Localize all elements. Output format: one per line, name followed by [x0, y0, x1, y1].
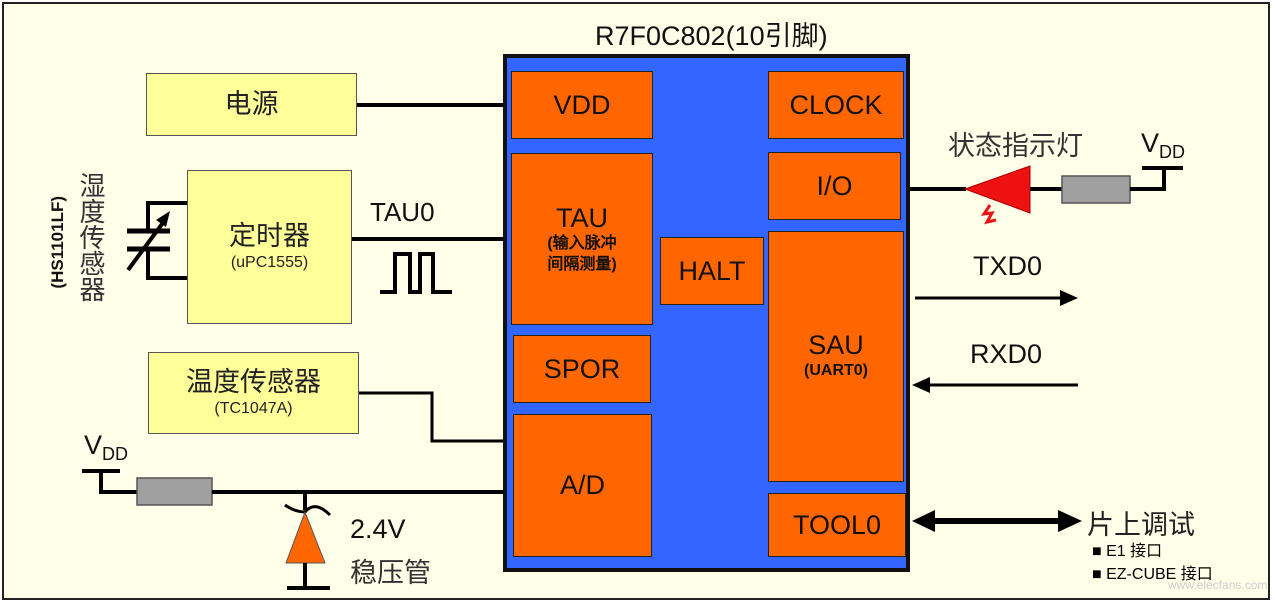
timer-label: 定时器: [229, 221, 310, 253]
bullet-icon: ■: [1092, 543, 1107, 560]
vdd-left-v: V: [84, 430, 103, 460]
pulse-waveform-icon: [380, 252, 452, 294]
tool0-arrow-left-icon: [912, 510, 935, 532]
block-tool0: TOOL0: [768, 493, 906, 557]
vdd-left-sub: DD: [102, 444, 129, 464]
zener-cathode-icon: [284, 503, 332, 517]
vdd-right-v: V: [1141, 128, 1160, 158]
block-io-label: I/O: [816, 170, 853, 201]
rxd-label: RXD0: [970, 339, 1043, 369]
wire-vdd-right: [1130, 168, 1166, 191]
timer-part-label: (uPC1555): [230, 253, 309, 271]
block-spor: SPOR: [513, 335, 651, 403]
block-tau: TAU (输入脉冲 间隔测量): [511, 153, 653, 325]
block-sau: SAU (UART0): [768, 231, 904, 482]
block-vdd: VDD: [511, 71, 653, 139]
txd-label: TXD0: [973, 251, 1043, 281]
block-ad-label: A/D: [559, 470, 605, 500]
vdd-left-label: VDD: [84, 430, 128, 465]
temp-sensor-part-label: (TC1047A): [214, 399, 293, 417]
block-tau-note-1: (输入脉冲: [547, 234, 617, 252]
block-ad: A/D: [513, 414, 652, 557]
power-supply-box: 电源: [146, 73, 357, 136]
temp-sensor-box: 温度传感器 (TC1047A): [148, 352, 359, 434]
wire-humidity-bottom: [146, 250, 187, 280]
rxd-arrow-icon: [912, 377, 930, 393]
timer-box: 定时器 (uPC1555): [187, 170, 352, 324]
block-sau-label: SAU: [808, 330, 864, 360]
block-io: I/O: [768, 152, 901, 220]
humidity-sensor-label: 湿度传感器: [75, 172, 105, 302]
resistor-right: [1061, 175, 1131, 204]
led-icon: [963, 165, 1031, 214]
vdd-right-sub: DD: [1159, 142, 1186, 162]
debug-item-label: E1 接口: [1106, 543, 1163, 560]
temp-sensor-label: 温度传感器: [186, 367, 321, 399]
block-sau-note: (UART0): [804, 362, 868, 379]
resistor-left: [136, 477, 213, 506]
block-tool0-label: TOOL0: [792, 509, 882, 540]
humidity-sensor-part-label: (HS1101LF): [48, 196, 67, 289]
block-clock-label: CLOCK: [789, 89, 883, 120]
block-halt-label: HALT: [678, 255, 746, 286]
block-halt: HALT: [660, 237, 764, 305]
power-supply-label: 电源: [224, 88, 279, 120]
block-spor-label: SPOR: [543, 353, 621, 384]
led-light-icon: [980, 204, 997, 225]
block-tau-note-2: 间隔测量): [547, 255, 617, 273]
zener-label: 稳压管: [350, 558, 431, 589]
zener-diode-icon: [285, 510, 326, 564]
txd-arrow-icon: [1060, 290, 1078, 306]
tool0-arrow-right-icon: [1058, 510, 1082, 532]
vdd-right-label: VDD: [1141, 128, 1185, 163]
block-tau-label: TAU: [556, 202, 608, 233]
block-clock: CLOCK: [768, 71, 904, 139]
debug-item: ■ E1 接口: [1092, 540, 1213, 563]
block-vdd-label: VDD: [553, 89, 611, 120]
debug-title: 片上调试: [1087, 510, 1195, 541]
wire-temp-sensor: [357, 391, 505, 443]
status-led-label: 状态指示灯: [948, 131, 1083, 162]
tau0-signal-label: TAU0: [370, 197, 435, 227]
watermark: www.elecfans.com: [1168, 578, 1268, 592]
bullet-icon: ■: [1092, 566, 1107, 583]
variable-arrow-head: [156, 211, 170, 227]
wire-vdd-left: [99, 471, 137, 494]
zener-voltage-label: 2.4V: [350, 514, 406, 544]
